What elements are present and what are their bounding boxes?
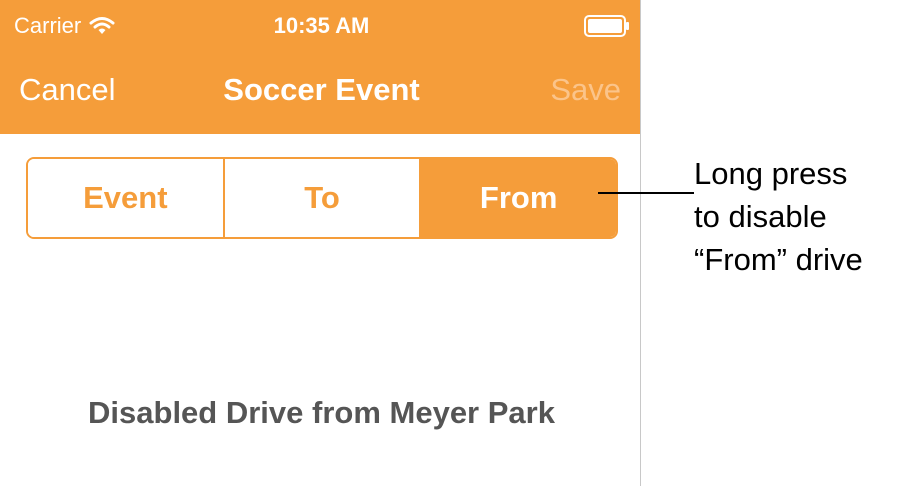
callout-line-1: Long press <box>694 156 848 191</box>
callout-line <box>598 192 694 194</box>
save-button[interactable]: Save <box>550 72 621 108</box>
status-bar: Carrier 10:35 AM <box>0 0 640 50</box>
segment-event[interactable]: Event <box>28 159 223 237</box>
drive-status-text: Disabled Drive from Meyer Park <box>88 395 555 430</box>
segmented-control: Event To From <box>26 157 618 239</box>
callout-line-3: “From” drive <box>694 242 863 277</box>
callout-annotation: Long press to disable “From” drive <box>694 152 899 281</box>
navigation-bar: Cancel Soccer Event Save <box>0 60 640 120</box>
segment-to[interactable]: To <box>222 159 420 237</box>
phone-screen: Carrier 10:35 AM Cancel Soccer Event Sav… <box>0 0 641 486</box>
callout-line-2: to disable <box>694 199 827 234</box>
page-title: Soccer Event <box>223 72 420 107</box>
segment-from[interactable]: From <box>419 159 616 237</box>
battery-icon <box>584 15 629 37</box>
status-time: 10:35 AM <box>273 13 370 38</box>
